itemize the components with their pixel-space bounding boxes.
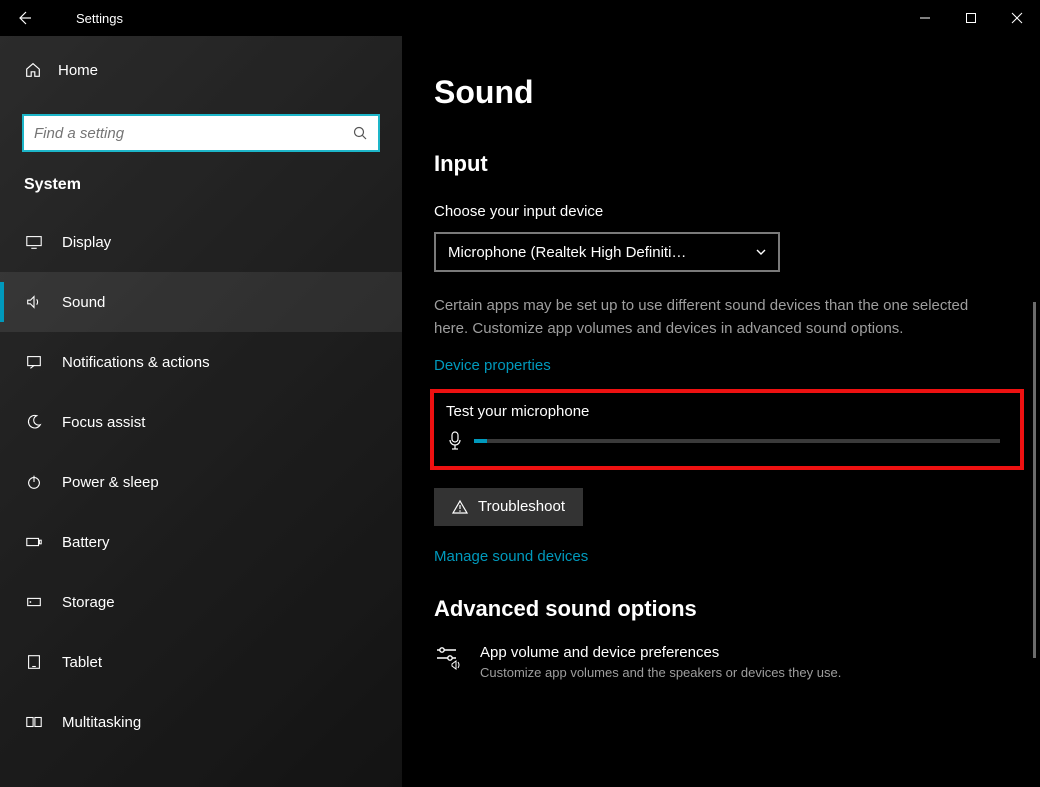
nav-item-label: Storage bbox=[62, 594, 115, 611]
nav-item-power-sleep[interactable]: Power & sleep bbox=[0, 452, 402, 512]
sound-icon bbox=[24, 293, 44, 311]
input-device-dropdown[interactable]: Microphone (Realtek High Definiti… bbox=[434, 232, 780, 272]
home-icon bbox=[24, 61, 42, 79]
microphone-icon bbox=[446, 430, 464, 452]
choose-input-label: Choose your input device bbox=[434, 203, 1040, 220]
app-volume-preferences-row[interactable]: App volume and device preferences Custom… bbox=[434, 644, 994, 680]
nav-item-label: Battery bbox=[62, 534, 110, 551]
nav-item-label: Focus assist bbox=[62, 414, 145, 431]
test-microphone-highlight: Test your microphone bbox=[430, 389, 1024, 470]
section-heading-advanced: Advanced sound options bbox=[434, 596, 1040, 622]
adv-item-title: App volume and device preferences bbox=[480, 644, 841, 661]
minimize-button[interactable] bbox=[902, 2, 948, 34]
section-heading-input: Input bbox=[434, 151, 1040, 177]
nav-item-focus-assist[interactable]: Focus assist bbox=[0, 392, 402, 452]
display-icon bbox=[24, 233, 44, 251]
input-description: Certain apps may be set up to use differ… bbox=[434, 294, 994, 341]
nav-item-multitasking[interactable]: Multitasking bbox=[0, 692, 402, 752]
search-input[interactable] bbox=[22, 114, 380, 152]
back-button[interactable] bbox=[0, 0, 48, 36]
power-icon bbox=[24, 473, 44, 491]
scrollbar[interactable] bbox=[1033, 302, 1036, 658]
battery-icon bbox=[24, 533, 44, 551]
nav-item-label: Display bbox=[62, 234, 111, 251]
nav-item-display[interactable]: Display bbox=[0, 212, 402, 272]
multitasking-icon bbox=[24, 713, 44, 731]
nav-item-label: Multitasking bbox=[62, 714, 141, 731]
moon-icon bbox=[24, 413, 44, 431]
chevron-down-icon bbox=[754, 245, 768, 259]
nav-item-storage[interactable]: Storage bbox=[0, 572, 402, 632]
search-field[interactable] bbox=[34, 125, 352, 142]
maximize-button[interactable] bbox=[948, 2, 994, 34]
nav-item-label: Power & sleep bbox=[62, 474, 159, 491]
notifications-icon bbox=[24, 353, 44, 371]
nav-item-label: Notifications & actions bbox=[62, 354, 210, 371]
storage-icon bbox=[24, 593, 44, 611]
nav-item-label: Tablet bbox=[62, 654, 102, 671]
page-title: Sound bbox=[434, 74, 1040, 111]
manage-sound-devices-link[interactable]: Manage sound devices bbox=[434, 548, 588, 565]
sidebar-section-title: System bbox=[0, 170, 402, 212]
troubleshoot-label: Troubleshoot bbox=[478, 498, 565, 515]
tablet-icon bbox=[24, 653, 44, 671]
nav-item-tablet[interactable]: Tablet bbox=[0, 632, 402, 692]
nav-item-notifications[interactable]: Notifications & actions bbox=[0, 332, 402, 392]
nav-item-label: Sound bbox=[62, 294, 105, 311]
nav-item-sound[interactable]: Sound bbox=[0, 272, 402, 332]
sliders-icon bbox=[434, 644, 462, 670]
input-device-value: Microphone (Realtek High Definiti… bbox=[448, 244, 754, 261]
search-icon bbox=[352, 125, 368, 141]
warning-icon bbox=[452, 499, 468, 515]
window-title: Settings bbox=[48, 11, 123, 26]
troubleshoot-button[interactable]: Troubleshoot bbox=[434, 488, 583, 526]
nav-item-battery[interactable]: Battery bbox=[0, 512, 402, 572]
microphone-level-meter bbox=[474, 439, 1000, 443]
nav-home-label: Home bbox=[58, 62, 98, 79]
close-button[interactable] bbox=[994, 2, 1040, 34]
nav-home[interactable]: Home bbox=[0, 46, 402, 94]
device-properties-link[interactable]: Device properties bbox=[434, 357, 551, 374]
adv-item-subtitle: Customize app volumes and the speakers o… bbox=[480, 665, 841, 680]
test-microphone-label: Test your microphone bbox=[446, 403, 1008, 420]
